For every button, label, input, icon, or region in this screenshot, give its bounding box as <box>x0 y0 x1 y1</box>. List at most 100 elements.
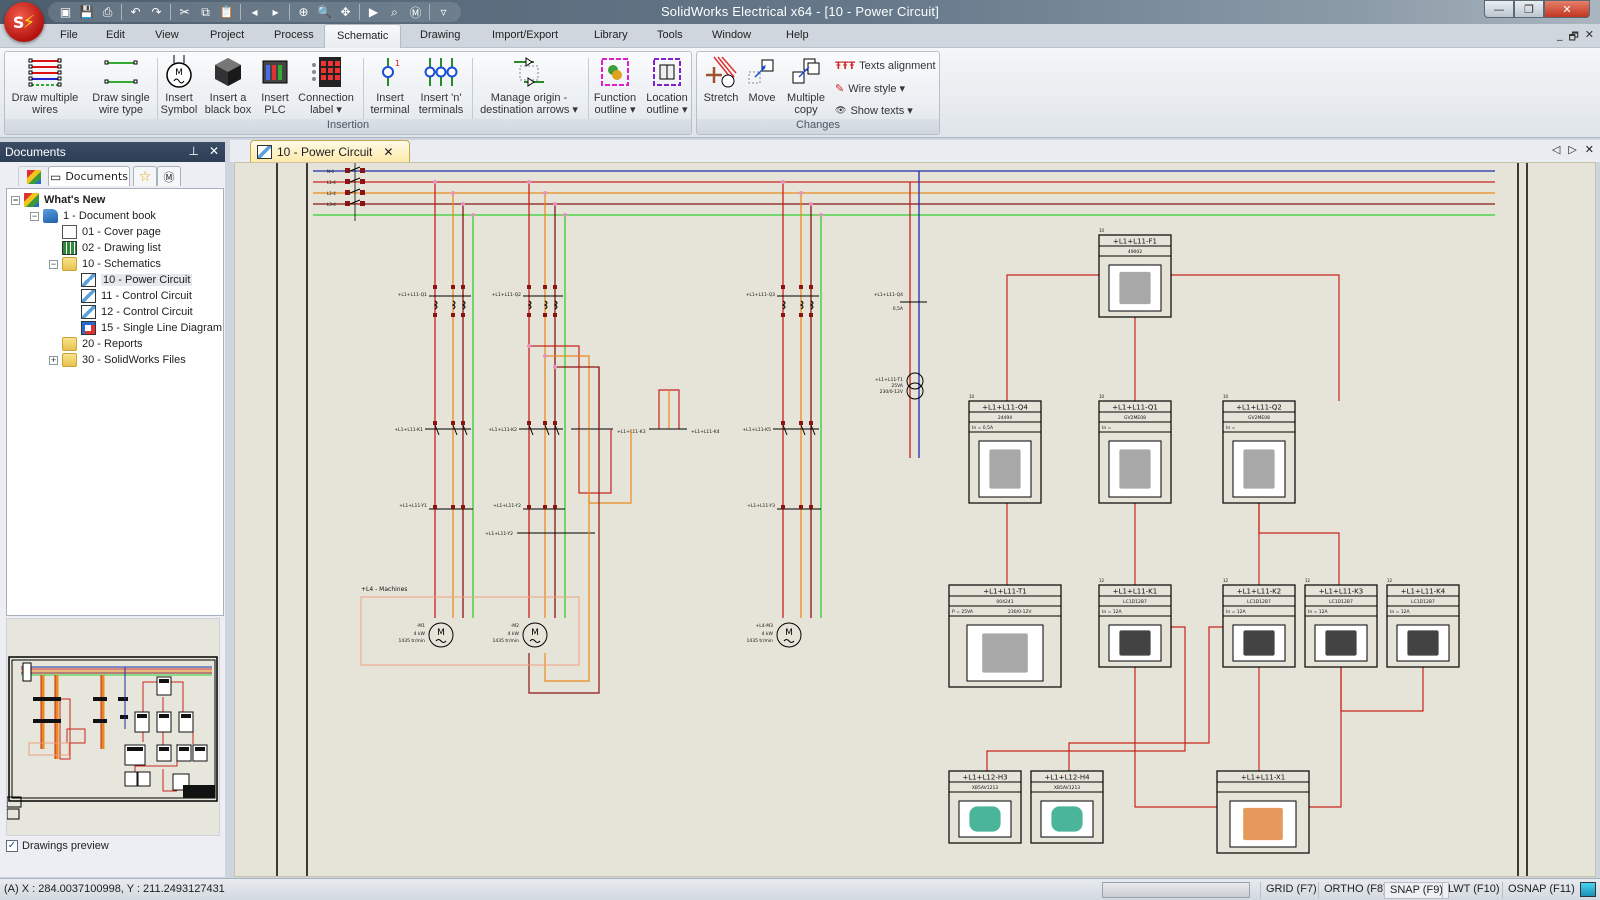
insert-n-terminals-button[interactable]: Insert 'n' terminals <box>415 54 467 116</box>
lwt-toggle[interactable]: LWT (F10) <box>1442 882 1505 899</box>
copy-button[interactable]: ⧉ <box>196 3 215 21</box>
draw-single-wire-type-button[interactable]: Draw single wire type <box>85 54 157 116</box>
previous-page-button[interactable]: ◂ <box>245 3 264 21</box>
show-texts-button[interactable]: 👁 Show texts ▾ <box>835 100 913 120</box>
ortho-toggle[interactable]: ORTHO (F8) <box>1318 882 1392 899</box>
paste-button[interactable]: 📋 <box>217 3 236 21</box>
minimize-button[interactable]: — <box>1484 0 1514 18</box>
insert-terminal-button[interactable]: 1 Insert terminal <box>367 54 413 116</box>
menu-drawing[interactable]: Drawing <box>420 29 460 41</box>
menu-schematic[interactable]: Schematic <box>324 24 402 49</box>
new-project-button[interactable]: ▣ <box>56 3 75 21</box>
tree-item[interactable]: 01 - Cover page <box>7 224 223 240</box>
stretch-icon <box>706 56 737 88</box>
menu-library[interactable]: Library <box>594 29 628 41</box>
collapse-icon[interactable]: − <box>11 195 20 205</box>
tree-item[interactable]: 12 - Control Circuit <box>7 304 223 320</box>
collapse-icon[interactable]: − <box>30 211 39 221</box>
function-outline-button[interactable]: Function outline ▾ <box>589 54 641 116</box>
close-button[interactable]: ✕ <box>1544 0 1590 18</box>
undo-button[interactable]: ↶ <box>126 3 145 21</box>
tab-close-all-icon[interactable]: ✕ <box>1585 143 1594 156</box>
multiple-copy-button[interactable]: Multiple copy <box>783 54 829 116</box>
next-page-button[interactable]: ▸ <box>266 3 285 21</box>
zoom-button[interactable]: 🔍 <box>315 3 334 21</box>
tree-item[interactable]: 02 - Drawing list <box>7 240 223 256</box>
blackbox-ref: 004241 <box>996 599 1013 605</box>
junction-dot <box>819 213 823 217</box>
menu-project[interactable]: Project <box>210 29 244 41</box>
tree-item[interactable]: 11 - Control Circuit <box>7 288 223 304</box>
tab-libraries[interactable] <box>18 166 50 186</box>
mdi-close-button[interactable]: ✕ <box>1585 28 1594 47</box>
menu-import-export[interactable]: Import/Export <box>492 29 558 41</box>
mdi-restore-button[interactable]: 🗗 <box>1568 28 1578 47</box>
contactor-label: +L1+L11-K4 <box>691 429 720 435</box>
menu-process[interactable]: Process <box>274 29 314 41</box>
menu-edit[interactable]: Edit <box>106 29 125 41</box>
collapse-icon[interactable]: − <box>49 259 58 269</box>
blackbox-ref: XB5AV1213 <box>972 785 998 791</box>
app-logo-button[interactable]: S ⚡ <box>4 2 44 42</box>
connection-label-button[interactable]: Connection label ▾ <box>295 54 357 116</box>
grid-toggle[interactable]: GRID (F7) <box>1260 882 1322 899</box>
svg-text:1: 1 <box>395 59 400 68</box>
drawing-canvas[interactable]: N-4 L1-4 L2-4 L3-4 +L1+L11-Q1 +L1+L11-Q2 +L1+L… <box>234 162 1596 877</box>
tree-item[interactable]: − 10 - Schematics <box>7 256 223 272</box>
switch-contact <box>360 168 365 173</box>
menu-tools[interactable]: Tools <box>657 29 683 41</box>
tree-item[interactable]: − 1 - Document book <box>7 208 223 224</box>
zoom-window-button[interactable]: ⊕ <box>294 3 313 21</box>
move-button[interactable]: Move <box>743 54 781 104</box>
insert-symbol-button[interactable]: M Insert Symbol <box>159 54 199 116</box>
location-outline-button[interactable]: Location outline ▾ <box>641 54 693 116</box>
osnap-toggle[interactable]: OSNAP (F11) <box>1502 882 1580 899</box>
manage-origin-destination-arrows-button[interactable]: Manage origin - destination arrows ▾ <box>473 54 585 116</box>
mdi-minimize-button[interactable]: _ <box>1557 28 1563 47</box>
tab-symbols[interactable]: Ⓜ <box>157 166 181 186</box>
tree-item[interactable]: − What's New <box>7 192 223 208</box>
insert-black-box-button[interactable]: Insert a black box <box>202 54 254 116</box>
menu-view[interactable]: View <box>155 29 179 41</box>
schematic-drawing[interactable]: N-4 L1-4 L2-4 L3-4 +L1+L11-Q1 +L1+L11-Q2 +L1+L… <box>235 163 1596 877</box>
tree-item[interactable]: +30 - SolidWorks Files <box>7 352 223 368</box>
restore-button[interactable]: ❐ <box>1514 0 1544 18</box>
pin-icon[interactable]: ⊥ <box>188 144 198 158</box>
symbol-tab-icon: Ⓜ <box>163 170 175 184</box>
tree-item[interactable]: 15 - Single Line Diagram <box>7 320 223 336</box>
draw-multiple-wires-button[interactable]: Draw multiple wires <box>9 54 81 116</box>
junction-dot <box>451 191 455 195</box>
menu-help[interactable]: Help <box>786 29 809 41</box>
pan-button[interactable]: ✥ <box>336 3 355 21</box>
tab-next-icon[interactable]: ▷ <box>1568 143 1576 156</box>
cut-button[interactable]: ✂ <box>175 3 194 21</box>
blackbox-ref: XB5AV1213 <box>1054 785 1080 791</box>
doc-tab-close-icon[interactable]: ✕ <box>383 145 393 159</box>
drawings-preview-checkbox[interactable]: ✓ Drawings preview <box>6 840 109 852</box>
insert-plc-button[interactable]: Insert PLC <box>257 54 293 116</box>
customize-button[interactable]: ▿ <box>434 3 453 21</box>
junction-dot <box>461 202 465 206</box>
menu-file[interactable]: File <box>60 29 78 41</box>
tree-item[interactable]: 20 - Reports <box>7 336 223 352</box>
tree-item[interactable]: 10 - Power Circuit <box>7 272 223 288</box>
pane-close-icon[interactable]: ✕ <box>209 144 219 158</box>
symbol-button[interactable]: Ⓜ <box>406 3 425 21</box>
run-button[interactable]: ▶ <box>364 3 383 21</box>
stretch-button[interactable]: Stretch <box>699 54 743 104</box>
blackbox-l1l11f1 <box>1098 234 1172 318</box>
save-button[interactable]: 💾 <box>77 3 96 21</box>
tab-favorites[interactable]: ☆ <box>133 166 157 186</box>
snap-toggle[interactable]: SNAP (F9) <box>1384 882 1449 899</box>
find-button[interactable]: ⌕ <box>385 3 404 21</box>
menu-window[interactable]: Window <box>712 29 751 41</box>
tab-prev-icon[interactable]: ◁ <box>1552 143 1560 156</box>
wire-style-button[interactable]: ✎ Wire style ▾ <box>835 78 905 98</box>
redo-button[interactable]: ↷ <box>147 3 166 21</box>
expand-icon[interactable]: + <box>49 355 58 365</box>
tab-documents[interactable]: ▭ Documents <box>48 166 130 186</box>
tab-power-circuit[interactable]: 10 - Power Circuit ✕ <box>250 140 410 162</box>
print-button[interactable]: ⎙ <box>98 3 117 21</box>
blackbox-row: In = <box>1102 425 1112 431</box>
texts-alignment-button[interactable]: ŦŦŦ Texts alignment <box>835 56 936 76</box>
